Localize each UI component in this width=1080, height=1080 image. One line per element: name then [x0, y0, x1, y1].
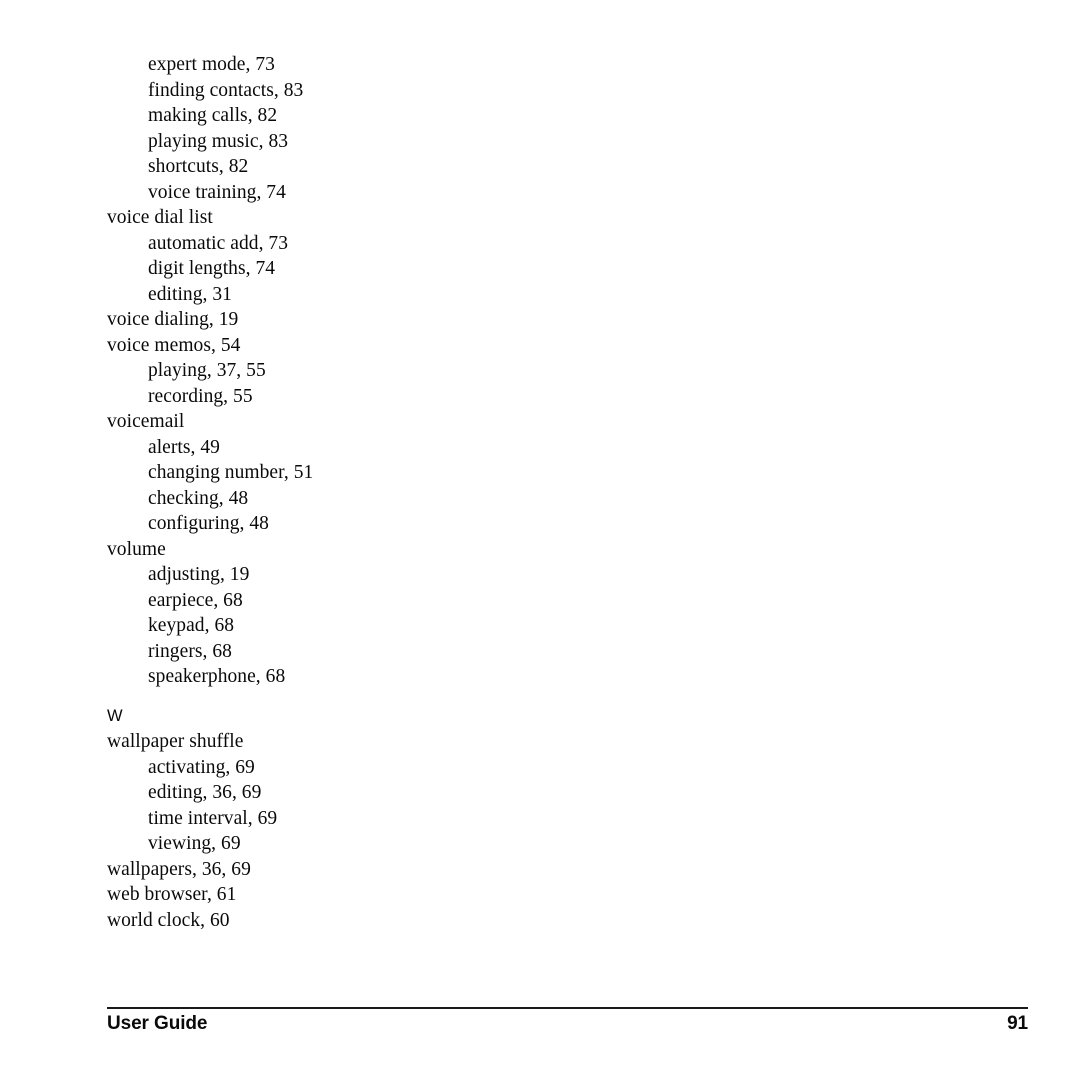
index-entry-sub: earpiece, 68	[148, 589, 243, 611]
index-entry-sub: recording, 55	[148, 385, 253, 407]
index-entry-main: wallpapers, 36, 69	[107, 858, 251, 880]
index-entry-sub: checking, 48	[148, 487, 249, 509]
index-section-header: W	[107, 706, 123, 725]
index-entry-sub: digit lengths, 74	[148, 258, 276, 279]
index-entry-sub: viewing, 69	[148, 833, 241, 854]
index-entry-main: voice dialing, 19	[107, 309, 239, 330]
index-entry-sub: changing number, 51	[148, 462, 314, 483]
index-entry-main: voice memos, 54	[107, 334, 241, 356]
index-entry-main: wallpaper shuffle	[107, 731, 244, 752]
index-entry-main: web browser, 61	[107, 884, 237, 905]
index-entry-main: world clock, 60	[107, 909, 230, 931]
index-entry-list: expert mode, 73 finding contacts, 83 makin…	[107, 52, 667, 933]
page-footer: User Guide 91	[107, 1007, 1028, 1053]
index-entry-sub: activating, 69	[148, 756, 255, 778]
index-entry-sub: finding contacts, 83	[148, 79, 304, 101]
index-entry-sub: playing, 37, 55	[148, 360, 266, 381]
index-entry-sub: ringers, 68	[148, 640, 232, 662]
index-entry-sub: voice training, 74	[148, 181, 286, 203]
footer-page-number: 91	[1007, 1013, 1028, 1034]
index-entry-sub: time interval, 69	[148, 807, 278, 829]
index-entry-sub: adjusting, 19	[148, 564, 250, 585]
index-entry-main: voice dial list	[107, 207, 213, 228]
index-entry-sub: alerts, 49	[148, 436, 220, 458]
index-entry-sub: keypad, 68	[148, 615, 235, 636]
index-entry-sub: making calls, 82	[148, 105, 278, 126]
index-entry-sub: editing, 36, 69	[148, 782, 262, 803]
footer-row: User Guide 91	[107, 1013, 1028, 1035]
index-entry-main: volume	[107, 538, 166, 560]
index-entry-sub: automatic add, 73	[148, 232, 289, 254]
index-entry-sub: speakerphone, 68	[148, 666, 286, 687]
index-entry-sub: editing, 31	[148, 283, 232, 305]
index-entry-sub: configuring, 48	[148, 513, 269, 534]
footer-divider	[107, 1007, 1028, 1009]
index-entry-sub: playing music, 83	[148, 130, 289, 152]
document-page: expert mode, 73 finding contacts, 83 makin…	[0, 0, 1080, 1080]
index-entry-sub: shortcuts, 82	[148, 156, 249, 177]
index-entry-sub: expert mode, 73	[148, 54, 275, 75]
index-entry-main: voicemail	[107, 411, 185, 432]
footer-document-title: User Guide	[107, 1013, 208, 1034]
